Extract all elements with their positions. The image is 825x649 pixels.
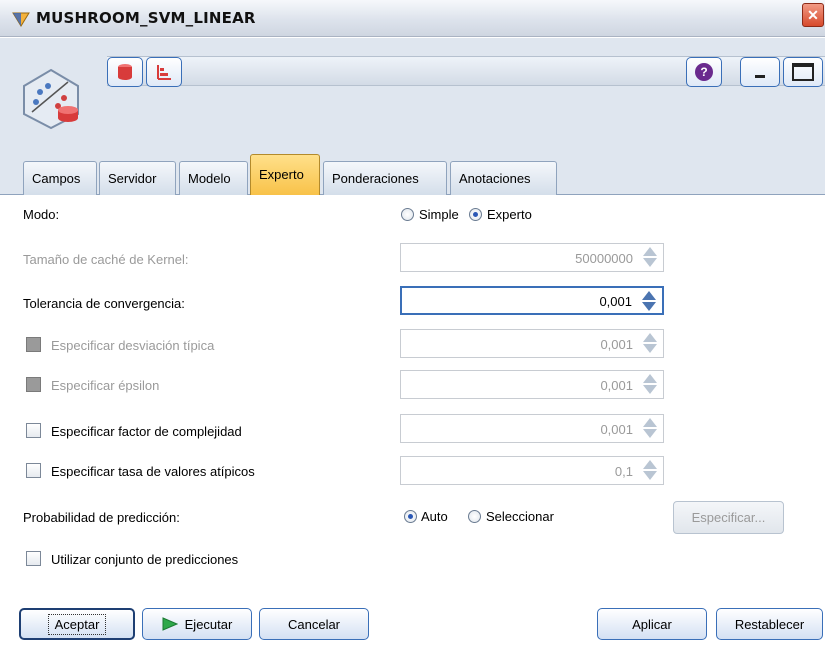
aplicar-button[interactable]: Aplicar [597,608,707,640]
modo-experto-label: Experto [487,207,532,222]
minimize-icon [755,74,765,78]
atipicos-checkbox[interactable] [26,463,41,478]
chart-icon [157,65,171,80]
chart-button[interactable] [146,57,182,87]
kernel-cache-value: 50000000 [575,251,633,266]
help-icon: ? [695,63,713,81]
complejidad-value: 0,001 [600,422,633,437]
play-icon [162,617,178,631]
atipicos-value: 0,1 [614,464,633,479]
epsilon-label: Especificar épsilon [51,378,160,393]
atipicos-label: Especificar tasa de valores atípicos [51,464,255,479]
epsilon-checkbox[interactable] [26,377,41,392]
maximize-button[interactable] [783,57,823,87]
kernel-cache-spinner[interactable]: 50000000 [400,243,664,272]
kernel-cache-label: Tamaño de caché de Kernel: [23,252,189,267]
desviacion-label: Especificar desviación típica [51,338,215,353]
modo-label: Modo: [23,207,60,222]
database-button[interactable] [107,57,143,87]
tool-strip: ? [107,56,825,87]
spinner-up-icon[interactable] [643,247,657,256]
spinner-down-icon[interactable] [643,344,657,353]
tab-ponderaciones[interactable]: Ponderaciones [323,161,447,195]
title-bar: MUSHROOM_SVM_LINEAR ✕ [0,0,825,37]
restablecer-button[interactable]: Restablecer [716,608,823,640]
tab-modelo[interactable]: Modelo [179,161,248,195]
tab-campos[interactable]: Campos [23,161,97,195]
close-button[interactable]: ✕ [802,3,824,27]
cancelar-button[interactable]: Cancelar [259,608,369,640]
desviacion-value: 0,001 [600,337,633,352]
desviacion-checkbox[interactable] [26,337,41,352]
spinner-up-icon[interactable] [643,418,657,427]
close-icon: ✕ [807,6,819,23]
tab-experto[interactable]: Experto [250,154,320,195]
probabilidad-auto-label: Auto [421,509,448,524]
tolerancia-spinner[interactable]: 0,001 [400,286,664,315]
tab-bar: Campos Servidor Modelo Experto Ponderaci… [0,146,825,195]
spinner-up-icon[interactable] [643,333,657,342]
epsilon-spinner[interactable]: 0,001 [400,370,664,399]
app-diamond-icon [12,12,30,27]
conjunto-checkbox[interactable] [26,551,41,566]
modo-simple-radio[interactable] [401,208,414,221]
aceptar-button[interactable]: Aceptar [19,608,135,640]
complejidad-label: Especificar factor de complejidad [51,424,242,439]
tab-anotaciones[interactable]: Anotaciones [450,161,557,195]
help-button[interactable]: ? [686,57,722,87]
conjunto-label: Utilizar conjunto de predicciones [51,552,239,567]
probabilidad-seleccionar-radio[interactable] [468,510,481,523]
toolbar-area: ? [0,38,825,146]
desviacion-spinner[interactable]: 0,001 [400,329,664,358]
atipicos-spinner[interactable]: 0,1 [400,456,664,485]
ejecutar-button[interactable]: Ejecutar [142,608,252,640]
minimize-button[interactable] [740,57,780,87]
probabilidad-seleccionar-label: Seleccionar [486,509,554,524]
svm-node-icon [23,68,79,130]
tolerancia-label: Tolerancia de convergencia: [23,296,185,311]
modo-simple-label: Simple [419,207,459,222]
modo-experto-radio[interactable] [469,208,482,221]
spinner-down-icon[interactable] [643,258,657,267]
spinner-down-icon[interactable] [643,429,657,438]
probabilidad-auto-radio[interactable] [404,510,417,523]
complejidad-spinner[interactable]: 0,001 [400,414,664,443]
spinner-up-icon[interactable] [643,460,657,469]
expert-panel: Modo: Simple Experto Tamaño de caché de … [0,196,825,649]
maximize-icon [792,63,814,81]
especificar-button[interactable]: Especificar... [673,501,784,534]
spinner-up-icon[interactable] [643,374,657,383]
window-title: MUSHROOM_SVM_LINEAR [36,9,256,27]
complejidad-checkbox[interactable] [26,423,41,438]
epsilon-value: 0,001 [600,378,633,393]
spinner-down-icon[interactable] [643,385,657,394]
tab-servidor[interactable]: Servidor [99,161,176,195]
database-icon [118,64,132,80]
tolerancia-value: 0,001 [599,294,632,309]
probabilidad-label: Probabilidad de predicción: [23,510,180,525]
spinner-up-icon[interactable] [642,291,656,300]
spinner-down-icon[interactable] [642,302,656,311]
spinner-down-icon[interactable] [643,471,657,480]
